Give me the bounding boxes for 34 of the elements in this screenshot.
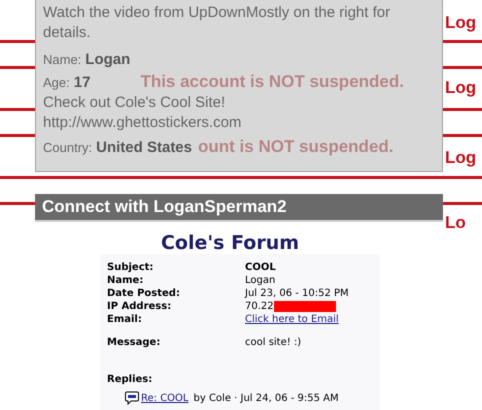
reply-meta: by Cole · Jul 24, 06 - 9:55 AM	[194, 392, 339, 404]
post-label: Subject:	[107, 261, 154, 274]
status-text: This account is NOT suspended.	[140, 72, 404, 92]
post-label: IP Address:	[107, 300, 172, 313]
field-label: Name:	[43, 52, 82, 67]
user-link[interactable]: Log	[443, 149, 482, 167]
status-text: ount is NOT suspended.	[198, 137, 394, 157]
section-header: Connect with LoganSperman2	[35, 194, 443, 222]
field-value: Logan	[85, 51, 130, 68]
user-link[interactable]: Log	[443, 79, 482, 97]
field-value: 17	[74, 74, 90, 91]
post-value: Jul 23, 06 - 10:52 PM	[245, 287, 349, 300]
user-link[interactable]: Log	[443, 14, 482, 32]
field-value: United States	[96, 139, 192, 156]
post-value: COOL	[245, 261, 276, 274]
intro-text: Watch the video from UpDownMostly on the right for details.	[43, 3, 392, 43]
post-label: Message:	[107, 336, 162, 349]
about-text: Check out Cole's Cool Site!	[43, 93, 226, 113]
user-link[interactable]: Lo	[443, 214, 482, 232]
post-label: Name:	[107, 274, 144, 287]
speech-bubble-icon	[125, 391, 139, 405]
post-label: Date Posted:	[107, 287, 181, 300]
post-value: Logan	[245, 274, 276, 287]
field-label: Country:	[43, 140, 92, 155]
replies-label: Replies:	[107, 373, 154, 386]
field-label: Age:	[43, 75, 70, 90]
email-link[interactable]: Click here to Email	[245, 313, 339, 326]
post-label: Email:	[107, 313, 143, 326]
message-text: cool site! :)	[245, 336, 302, 349]
site-url: http://www.ghettostickers.com	[43, 113, 242, 133]
redaction-bar	[274, 301, 336, 312]
forum-title: Cole's Forum	[160, 232, 300, 254]
post-value: 70.22	[245, 300, 274, 313]
reply-link[interactable]: Re: COOL	[141, 392, 188, 404]
